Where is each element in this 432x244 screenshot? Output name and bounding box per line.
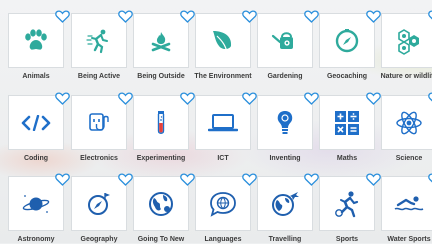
calculator-symbols-icon <box>335 110 359 135</box>
favourite-heart-icon[interactable] <box>55 92 70 105</box>
favourite-heart-icon[interactable] <box>304 10 319 23</box>
nature-hexagons-icon <box>398 28 419 55</box>
tile-card[interactable] <box>381 13 432 68</box>
plug-socket-icon <box>89 112 109 131</box>
paw-print-icon <box>25 28 47 50</box>
leaves-icon <box>213 30 232 52</box>
favourite-heart-icon[interactable] <box>366 173 381 186</box>
favourite-heart-icon[interactable] <box>366 92 381 105</box>
favourite-heart-icon[interactable] <box>366 10 381 23</box>
globe-plane-icon <box>272 191 299 216</box>
favourite-heart-icon[interactable] <box>428 173 432 186</box>
footballer-icon <box>335 190 359 217</box>
lightbulb-icon <box>277 110 293 134</box>
favourite-heart-icon[interactable] <box>118 10 133 23</box>
favourite-heart-icon[interactable] <box>118 92 133 105</box>
watering-can-icon <box>271 31 293 49</box>
favourite-heart-icon[interactable] <box>304 92 319 105</box>
planet-icon <box>22 194 50 213</box>
favourite-heart-icon[interactable] <box>118 173 133 186</box>
favourite-heart-icon[interactable] <box>242 173 257 186</box>
atom-icon <box>396 111 422 134</box>
swimmer-icon <box>394 195 424 210</box>
test-tube-icon <box>157 110 165 134</box>
speech-bubble-globe-icon <box>210 191 236 217</box>
code-brackets-icon <box>21 114 51 131</box>
tile-label: Nature or wildlife <box>380 73 432 80</box>
favourite-heart-icon[interactable] <box>55 173 70 186</box>
favourite-heart-icon[interactable] <box>180 173 195 186</box>
favourite-heart-icon[interactable] <box>242 10 257 23</box>
favourite-heart-icon[interactable] <box>180 10 195 23</box>
laptop-icon <box>208 113 238 131</box>
tile-card[interactable] <box>381 95 432 150</box>
globe-icon <box>149 191 173 216</box>
favourite-heart-icon[interactable] <box>180 92 195 105</box>
tile-label: Coding <box>23 155 49 162</box>
running-person-icon <box>86 29 108 53</box>
compass-flag-icon <box>88 192 110 215</box>
tile-label: Animals <box>22 73 50 80</box>
tile-card[interactable] <box>381 176 432 231</box>
favourite-heart-icon[interactable] <box>242 92 257 105</box>
tile-label: Science <box>395 155 423 162</box>
campfire-icon <box>151 31 171 51</box>
favourite-heart-icon[interactable] <box>428 10 432 23</box>
favourite-heart-icon[interactable] <box>55 10 70 23</box>
favourite-heart-icon[interactable] <box>428 92 432 105</box>
compass-icon <box>335 28 359 52</box>
favourite-heart-icon[interactable] <box>304 173 319 186</box>
